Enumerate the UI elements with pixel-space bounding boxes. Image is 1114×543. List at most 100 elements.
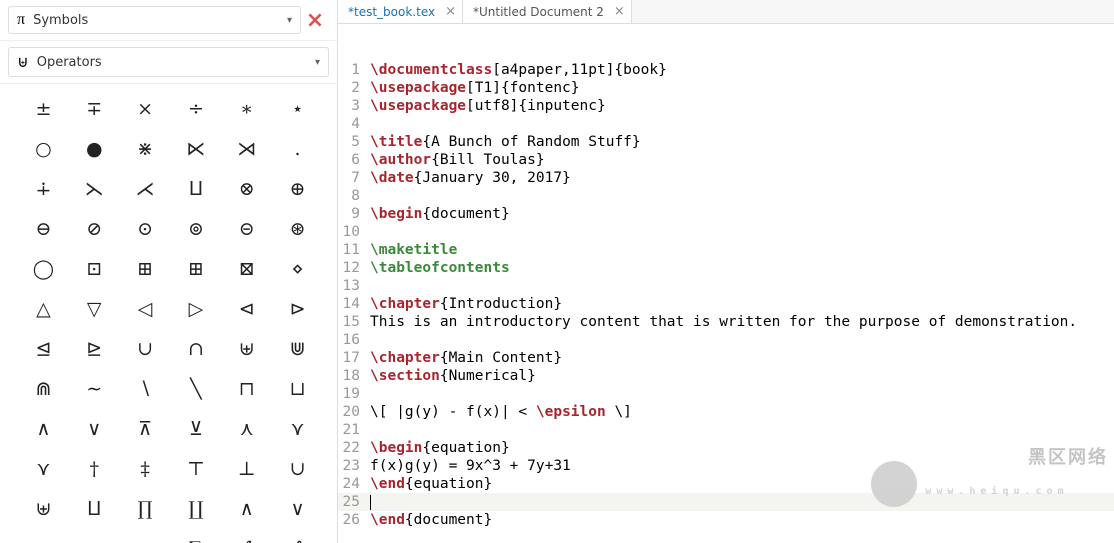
symbol-cell[interactable]: ‡ <box>120 454 171 484</box>
symbol-cell[interactable]: ⊼ <box>120 414 171 444</box>
symbol-cell[interactable]: ∪ <box>272 454 323 484</box>
code-line[interactable]: 9\begin{document} <box>338 205 1114 223</box>
code-line[interactable]: 21 <box>338 421 1114 439</box>
symbol-cell[interactable]: ⊲ <box>221 294 272 324</box>
code-line[interactable]: 12\tableofcontents <box>338 259 1114 277</box>
symbol-cell[interactable]: ○ <box>18 134 69 164</box>
symbol-cell[interactable]: ∐ <box>170 494 221 524</box>
symbol-cell[interactable]: ⋋ <box>69 174 120 204</box>
symbol-cell[interactable]: ⊎ <box>221 334 272 364</box>
code-line[interactable]: 1\documentclass[a4paper,11pt]{book} <box>338 61 1114 79</box>
symbol-cell[interactable]: ⊖ <box>18 214 69 244</box>
symbol-cell[interactable]: ⊥ <box>221 454 272 484</box>
symbol-cell[interactable]: ⊵ <box>69 334 120 364</box>
symbol-cell[interactable]: ⋄ <box>272 254 323 284</box>
code-line[interactable]: 14\chapter{Introduction} <box>338 295 1114 313</box>
code-line[interactable]: 17\chapter{Main Content} <box>338 349 1114 367</box>
symbol-cell[interactable]: ∼ <box>69 374 120 404</box>
symbol-cell[interactable]: ⊴ <box>18 334 69 364</box>
code-line[interactable]: 7\date{January 30, 2017} <box>338 169 1114 187</box>
symbol-cell[interactable]: ⊛ <box>272 214 323 244</box>
symbol-cell[interactable]: ⋌ <box>120 174 171 204</box>
code-line[interactable]: 22\begin{equation} <box>338 439 1114 457</box>
code-line[interactable]: 26\end{document} <box>338 511 1114 529</box>
symbol-cell[interactable]: ⊔ <box>272 374 323 404</box>
symbol-cell[interactable]: ∧ <box>221 494 272 524</box>
symbol-cell[interactable]: ╲ <box>170 374 221 404</box>
symbol-cell[interactable]: ⋆ <box>272 94 323 124</box>
code-line[interactable]: 20\[ |g(y) - f(x)| < \epsilon \] <box>338 403 1114 421</box>
code-line[interactable]: 2\usepackage[T1]{fontenc} <box>338 79 1114 97</box>
symbol-cell[interactable]: ⊕ <box>69 534 120 543</box>
close-icon[interactable]: × <box>614 4 625 19</box>
code-line[interactable]: 19 <box>338 385 1114 403</box>
symbol-cell[interactable]: ⋉ <box>170 134 221 164</box>
symbol-cell[interactable]: ∩ <box>170 334 221 364</box>
code-line[interactable]: 24\end{equation} <box>338 475 1114 493</box>
tab[interactable]: *Untitled Document 2× <box>463 0 632 23</box>
symbol-cell[interactable]: ∪ <box>120 334 171 364</box>
symbol-cell[interactable]: ∫ <box>221 534 272 543</box>
symbol-cell[interactable]: ∓ <box>69 94 120 124</box>
symbol-cell[interactable]: ◁ <box>120 294 171 324</box>
code-line[interactable]: 15This is an introductory content that i… <box>338 313 1114 331</box>
symbol-cell[interactable]: ⊗ <box>120 534 171 543</box>
symbol-cell[interactable]: ⋓ <box>272 334 323 364</box>
symbol-cell[interactable]: △ <box>18 294 69 324</box>
symbols-combo[interactable]: π Symbols ▾ <box>8 6 301 34</box>
symbol-cell[interactable]: ± <box>18 94 69 124</box>
symbol-cell[interactable]: ⊕ <box>272 174 323 204</box>
symbol-cell[interactable]: ⊞ <box>170 254 221 284</box>
tab[interactable]: *test_book.tex× <box>338 0 463 23</box>
symbol-cell[interactable]: ⨿ <box>170 174 221 204</box>
symbol-cell[interactable]: ⊚ <box>170 214 221 244</box>
code-line[interactable]: 3\usepackage[utf8]{inputenc} <box>338 97 1114 115</box>
symbol-cell[interactable]: ÷ <box>170 94 221 124</box>
symbol-cell[interactable]: ⊙ <box>18 534 69 543</box>
symbol-cell[interactable]: ⊎ <box>18 494 69 524</box>
symbol-cell[interactable]: ⊳ <box>272 294 323 324</box>
symbol-cell[interactable]: ∗ <box>221 94 272 124</box>
code-line[interactable]: 16 <box>338 331 1114 349</box>
code-line[interactable]: 18\section{Numerical} <box>338 367 1114 385</box>
symbol-cell[interactable]: ⊠ <box>221 254 272 284</box>
code-line[interactable]: 4 <box>338 115 1114 133</box>
symbol-cell[interactable]: ◯ <box>18 254 69 284</box>
symbol-cell[interactable]: ⋏ <box>221 414 272 444</box>
symbol-cell[interactable]: ⊘ <box>69 214 120 244</box>
symbol-cell[interactable]: × <box>120 94 171 124</box>
symbol-cell[interactable]: ∧ <box>18 414 69 444</box>
symbol-cell[interactable]: ⊓ <box>221 374 272 404</box>
code-editor[interactable]: 1\documentclass[a4paper,11pt]{book}2\use… <box>338 24 1114 543</box>
code-line[interactable]: 10 <box>338 223 1114 241</box>
code-line[interactable]: 25 <box>338 493 1114 511</box>
code-line[interactable]: 13 <box>338 277 1114 295</box>
code-line[interactable]: 5\title{A Bunch of Random Stuff} <box>338 133 1114 151</box>
symbol-cell[interactable]: ⋊ <box>221 134 272 164</box>
close-icon[interactable]: × <box>445 4 456 19</box>
symbol-cell[interactable]: ∖ <box>120 374 171 404</box>
symbol-cell[interactable]: ▷ <box>170 294 221 324</box>
symbol-cell[interactable]: ⋎ <box>18 454 69 484</box>
symbol-cell[interactable]: ⊡ <box>69 254 120 284</box>
symbol-cell[interactable]: ⊻ <box>170 414 221 444</box>
symbol-cell[interactable]: ∔ <box>18 174 69 204</box>
symbol-cell[interactable]: ∮ <box>272 534 323 543</box>
symbol-cell[interactable]: ⊙ <box>120 214 171 244</box>
close-panel-icon[interactable]: × <box>301 8 329 33</box>
code-line[interactable]: 11\maketitle <box>338 241 1114 259</box>
symbol-cell[interactable]: ⨿ <box>69 494 120 524</box>
symbol-cell[interactable]: ⋇ <box>120 134 171 164</box>
symbol-cell[interactable]: ∏ <box>120 494 171 524</box>
symbol-cell[interactable]: ⊝ <box>221 214 272 244</box>
code-line[interactable]: 23f(x)g(y) = 9x^3 + 7y+31 <box>338 457 1114 475</box>
symbol-cell[interactable]: . <box>272 134 323 164</box>
symbol-cell[interactable]: ▽ <box>69 294 120 324</box>
symbol-cell[interactable]: ∑ <box>170 534 221 543</box>
code-line[interactable]: 6\author{Bill Toulas} <box>338 151 1114 169</box>
symbol-cell[interactable]: ⊗ <box>221 174 272 204</box>
symbol-cell[interactable]: ⊞ <box>120 254 171 284</box>
symbol-cell[interactable]: ● <box>69 134 120 164</box>
symbol-cell[interactable]: ∨ <box>272 494 323 524</box>
operators-combo[interactable]: ⊎ Operators ▾ <box>8 47 329 77</box>
